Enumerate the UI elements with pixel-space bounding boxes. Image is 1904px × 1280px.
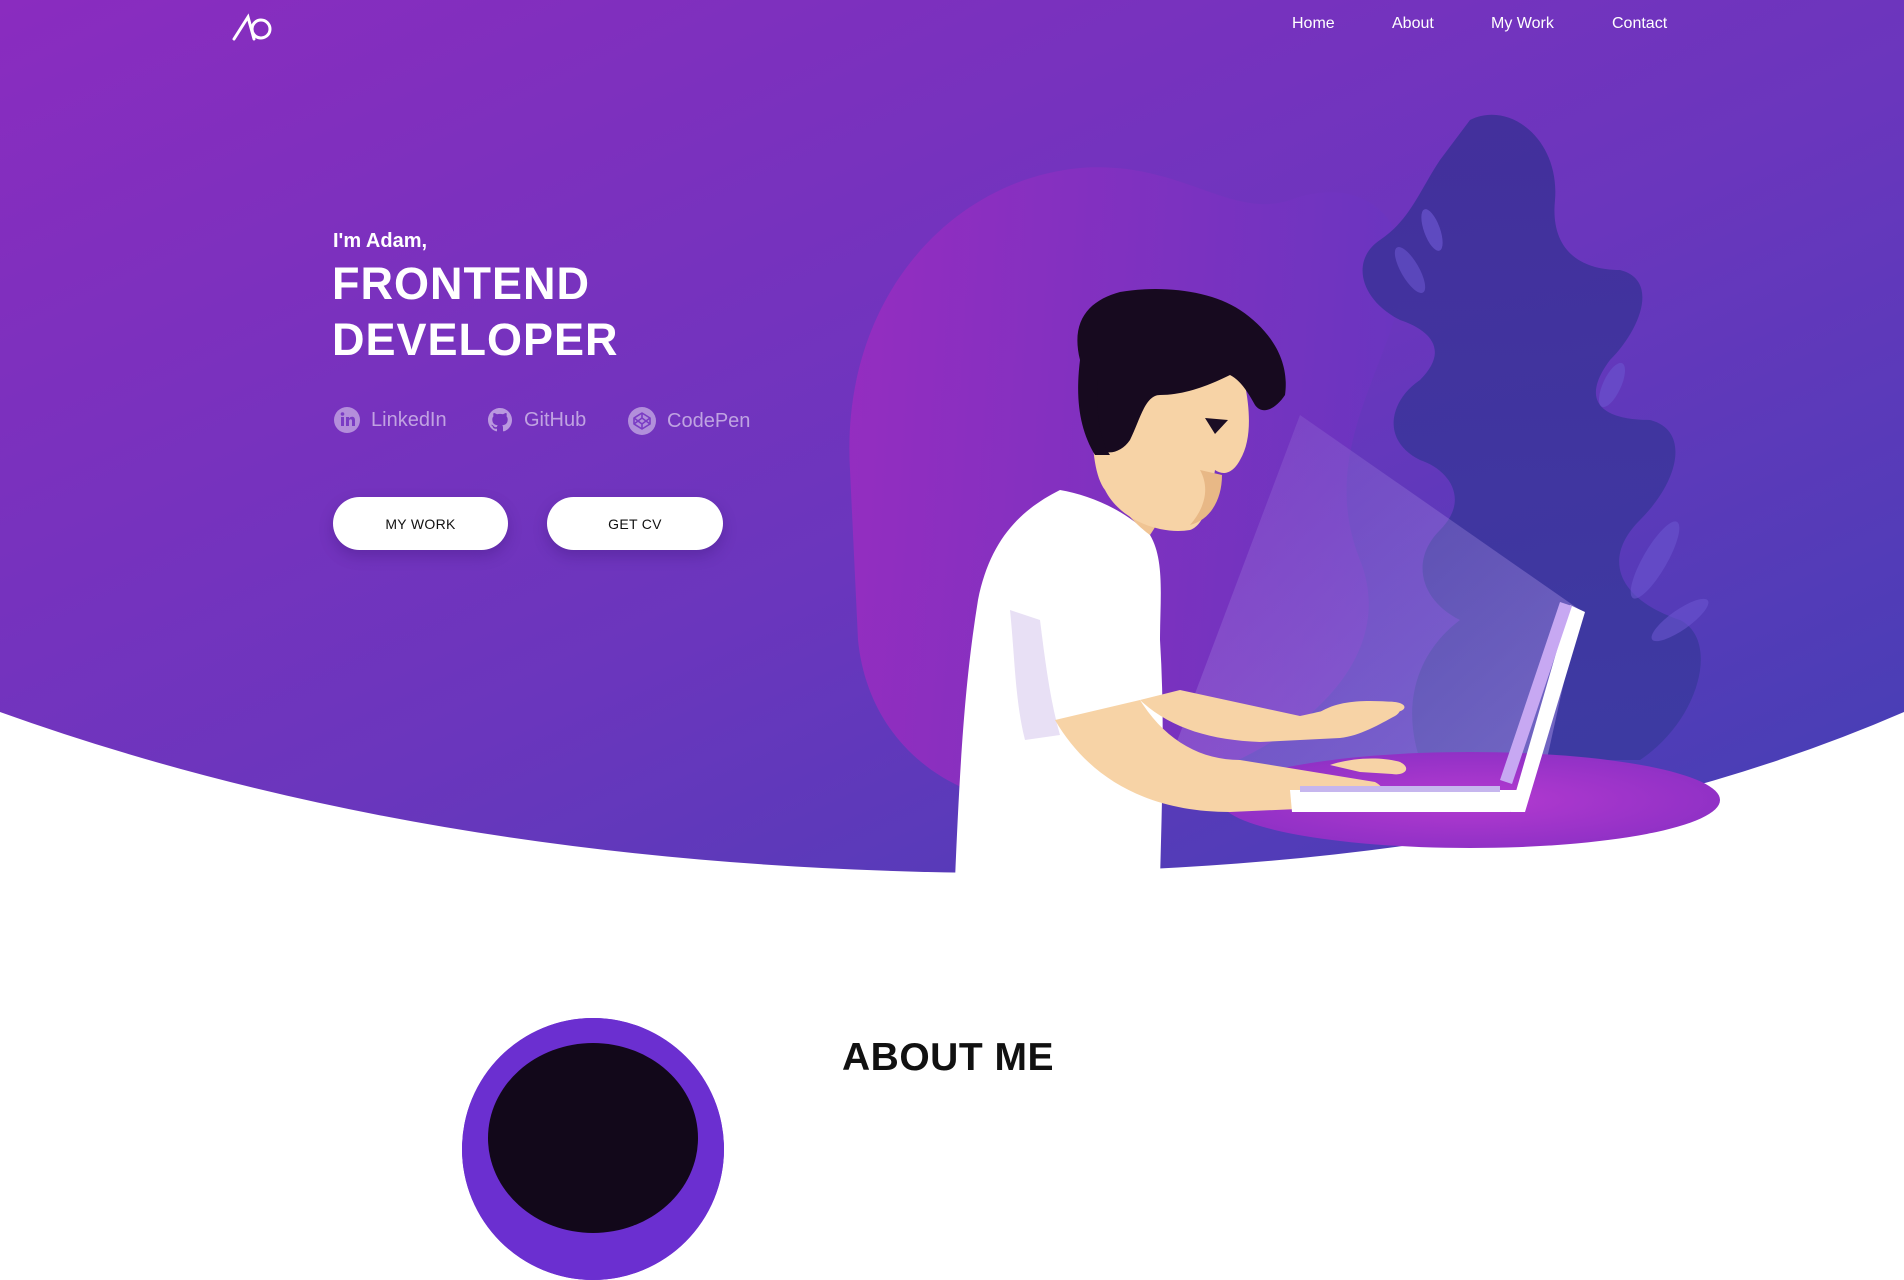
about-avatar bbox=[462, 1018, 724, 1280]
about-title: ABOUT ME bbox=[842, 1036, 1054, 1079]
my-work-button[interactable]: MY WORK bbox=[333, 497, 508, 550]
linkedin-icon bbox=[334, 407, 360, 433]
social-link-linkedin[interactable]: LinkedIn bbox=[333, 406, 447, 434]
nav-link-contact[interactable]: Contact bbox=[1612, 15, 1667, 33]
hero-greeting: I'm Adam, bbox=[333, 230, 428, 252]
nav-link-home[interactable]: Home bbox=[1292, 15, 1335, 33]
social-link-github[interactable]: GitHub bbox=[486, 406, 586, 434]
get-cv-button[interactable]: GET CV bbox=[547, 497, 723, 550]
ao-monogram-logo bbox=[232, 13, 272, 41]
nav-link-about[interactable]: About bbox=[1392, 15, 1434, 33]
social-label-linkedin: LinkedIn bbox=[371, 408, 447, 431]
developer-at-laptop-illustration bbox=[849, 114, 1720, 880]
hero-title: FRONTEND DEVELOPER bbox=[332, 256, 619, 368]
hero-title-line-2: DEVELOPER bbox=[332, 314, 619, 365]
nav-link-my-work[interactable]: My Work bbox=[1491, 15, 1554, 33]
avatar-photo bbox=[462, 1018, 724, 1280]
social-label-codepen: CodePen bbox=[667, 409, 751, 432]
github-icon bbox=[488, 408, 512, 432]
hero-title-line-1: FRONTEND bbox=[332, 258, 590, 309]
social-link-codepen[interactable]: CodePen bbox=[627, 406, 750, 436]
codepen-icon bbox=[628, 407, 656, 435]
logo[interactable] bbox=[231, 12, 275, 44]
social-label-github: GitHub bbox=[524, 408, 587, 431]
